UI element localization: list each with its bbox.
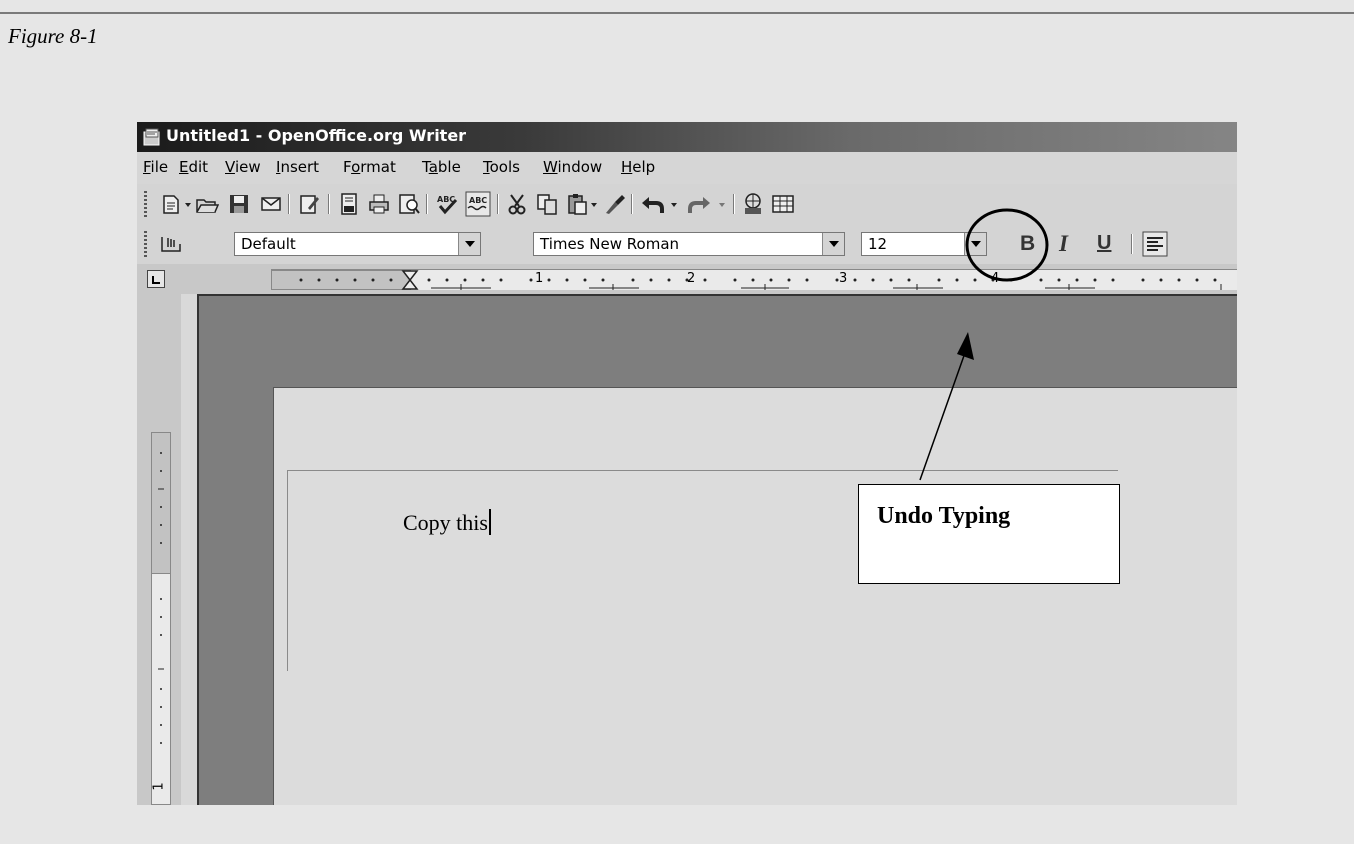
svg-text:ABC: ABC	[469, 196, 487, 205]
paragraph-style-combo[interactable]: Default	[234, 232, 481, 256]
toolbar-separator	[497, 194, 499, 214]
menu-tools[interactable]: Tools	[483, 158, 520, 176]
formatting-toolbar: Default Times New Roman 12 B I U	[137, 224, 1237, 264]
navigator-icon[interactable]	[741, 192, 765, 216]
underline-button[interactable]: U	[1097, 232, 1111, 255]
menu-file[interactable]: File	[143, 158, 168, 176]
menu-table[interactable]: Table	[422, 158, 461, 176]
spellcheck-icon[interactable]: ABC	[435, 192, 459, 216]
new-icon[interactable]	[159, 192, 183, 216]
menu-window[interactable]: Window	[543, 158, 602, 176]
print-icon[interactable]	[367, 192, 391, 216]
menu-edit[interactable]: Edit	[179, 158, 208, 176]
figure-caption: Figure 8-1	[8, 24, 98, 48]
paste-dropdown-icon[interactable]	[589, 192, 599, 216]
tab-stop-selector[interactable]	[147, 270, 165, 288]
new-dropdown-icon[interactable]	[183, 192, 193, 216]
undo-typing-callout: Undo Typing	[858, 484, 1120, 584]
vertical-ruler[interactable]: 1	[151, 432, 171, 805]
vertical-ruler-number-1: 1	[151, 782, 167, 791]
redo-dropdown-icon[interactable]	[717, 192, 727, 216]
toolbar-grip[interactable]	[144, 231, 147, 257]
callout-label: Undo Typing	[877, 503, 1011, 529]
align-left-icon[interactable]	[1142, 231, 1168, 257]
chevron-down-icon[interactable]	[822, 233, 844, 255]
ruler-number-1: 1	[535, 271, 544, 286]
copy-icon[interactable]	[535, 192, 559, 216]
email-icon[interactable]	[259, 192, 283, 216]
toolbar-separator	[288, 194, 290, 214]
menu-insert[interactable]: Insert	[276, 158, 319, 176]
top-rule	[0, 12, 1354, 14]
export-pdf-icon[interactable]	[337, 192, 361, 216]
text-cursor	[488, 509, 491, 535]
ruler-bar: 1 2 3 4	[137, 264, 1237, 294]
ruler-ticks	[299, 270, 1222, 290]
font-size-value: 12	[868, 235, 888, 253]
font-size-combo[interactable]: 12	[861, 232, 987, 256]
menu-help[interactable]: Help	[621, 158, 655, 176]
font-name-combo[interactable]: Times New Roman	[533, 232, 845, 256]
bold-button[interactable]: B	[1020, 232, 1035, 256]
indent-marker[interactable]	[401, 270, 419, 290]
ruler-number-3: 3	[839, 271, 848, 286]
horizontal-ruler[interactable]: 1 2 3 4	[271, 269, 1237, 290]
menu-bar: File Edit View Insert Format Table Tools…	[137, 152, 1237, 184]
title-bar[interactable]: Untitled1 - OpenOffice.org Writer	[137, 122, 1237, 152]
writer-window: Untitled1 - OpenOffice.org Writer File E…	[137, 122, 1237, 805]
menu-view[interactable]: View	[225, 158, 261, 176]
ruler-number-4: 4	[991, 271, 1000, 286]
toolbar-separator	[426, 194, 428, 214]
autospellcheck-icon[interactable]: ABC	[465, 191, 491, 217]
standard-toolbar: ABC ABC	[137, 184, 1237, 224]
save-icon[interactable]	[227, 192, 251, 216]
toolbar-grip[interactable]	[144, 191, 147, 217]
window-title: Untitled1 - OpenOffice.org Writer	[166, 126, 467, 145]
toolbar-separator	[328, 194, 330, 214]
vertical-ruler-ticks	[158, 452, 164, 744]
stylist-icon[interactable]	[159, 232, 183, 256]
italic-button[interactable]: I	[1059, 231, 1068, 257]
ruler-number-2: 2	[687, 271, 696, 286]
chevron-down-icon[interactable]	[964, 233, 986, 255]
toolbar-separator	[733, 194, 735, 214]
toolbar-separator	[631, 194, 633, 214]
undo-icon[interactable]	[639, 192, 667, 216]
document-text: Copy this	[403, 510, 488, 535]
redo-icon[interactable]	[685, 192, 713, 216]
format-paintbrush-icon[interactable]	[603, 192, 627, 216]
menu-format[interactable]: Format	[343, 158, 396, 176]
table-icon[interactable]	[771, 192, 795, 216]
chevron-down-icon[interactable]	[458, 233, 480, 255]
edit-file-icon[interactable]	[297, 192, 321, 216]
openoffice-writer-icon	[143, 128, 160, 146]
open-icon[interactable]	[195, 192, 219, 216]
paragraph-style-value: Default	[241, 235, 296, 253]
vertical-ruler-area: 1	[137, 294, 181, 805]
cut-icon[interactable]	[505, 192, 529, 216]
toolbar-separator	[1131, 234, 1133, 254]
page-preview-icon[interactable]	[397, 192, 421, 216]
undo-dropdown-icon[interactable]	[669, 192, 679, 216]
document-text-line: Copy this	[403, 509, 491, 536]
font-name-value: Times New Roman	[540, 235, 680, 253]
paste-icon[interactable]	[565, 192, 589, 216]
